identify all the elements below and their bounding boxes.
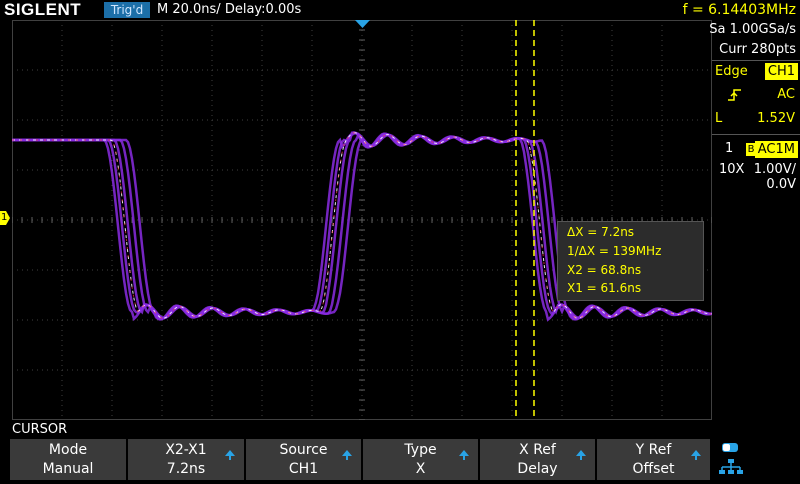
adjust-knob-icon bbox=[225, 450, 235, 460]
softkey-value: 7.2ns bbox=[166, 461, 206, 477]
network-icon bbox=[728, 459, 734, 463]
vertical-scale: 1.00V/ bbox=[753, 162, 796, 177]
memory-depth: Curr 280pts bbox=[719, 42, 796, 57]
adjust-knob-icon bbox=[576, 450, 586, 460]
softkey-value: X bbox=[415, 461, 426, 477]
trigger-slope-row[interactable]: AC bbox=[712, 86, 800, 106]
waveform-display[interactable] bbox=[12, 20, 712, 420]
cursor-readout-panel: ΔX = 7.2ns 1/ΔX = 139MHz X2 = 68.8ns X1 … bbox=[557, 221, 704, 301]
channel-1-header[interactable]: 1 B AC1M bbox=[712, 141, 800, 159]
trigger-source-badge: CH1 bbox=[764, 63, 798, 80]
trigger-level-value: 1.52V bbox=[757, 111, 795, 126]
softkey-value: Offset bbox=[632, 461, 675, 477]
softkey-mode[interactable]: Mode Manual bbox=[10, 439, 128, 480]
channel-1-offset-row: 0.0V bbox=[712, 177, 800, 195]
channel-number: 1 bbox=[725, 141, 734, 156]
brand-logo: SIGLENT bbox=[4, 0, 82, 19]
softkey-value: Manual bbox=[42, 461, 94, 477]
x2-readout: X2 = 68.8ns bbox=[567, 263, 642, 277]
adjust-knob-icon bbox=[691, 450, 701, 460]
probe-ratio: 10X bbox=[719, 162, 745, 177]
trigger-level-label: L bbox=[715, 111, 723, 126]
inverse-delta-x-readout: 1/ΔX = 139MHz bbox=[567, 244, 662, 258]
trigger-position-marker[interactable] bbox=[355, 20, 370, 28]
trigger-level-row[interactable]: L 1.52V bbox=[712, 110, 800, 130]
trigger-coupling: AC bbox=[777, 87, 795, 102]
trigger-status-badge: Trig'd bbox=[104, 2, 150, 18]
panel-divider bbox=[712, 134, 800, 135]
channel-marker-label: 1 bbox=[1, 212, 8, 223]
channel-coupling-badge: AC1M bbox=[754, 141, 798, 158]
menu-title: CURSOR bbox=[12, 422, 68, 437]
adjust-knob-icon bbox=[459, 450, 469, 460]
adjust-knob-icon bbox=[342, 450, 352, 460]
panel-divider bbox=[712, 60, 800, 61]
softkey-value: Delay bbox=[517, 461, 558, 477]
trigger-type-row[interactable]: Edge CH1 bbox=[712, 63, 800, 83]
frequency-counter: f = 6.14403MHz bbox=[682, 2, 796, 18]
horizontal-delay: Delay:0.00s bbox=[224, 2, 302, 17]
graticule bbox=[12, 20, 712, 420]
channel-1-ground-marker[interactable]: 1 bbox=[0, 211, 10, 225]
status-bar: SIGLENT Trig'd M 20.0ns/ Delay:0.00s f =… bbox=[0, 0, 800, 20]
timebase-scale: M 20.0ns/ bbox=[157, 2, 221, 17]
timebase-readout[interactable]: M 20.0ns/ Delay:0.00s bbox=[157, 0, 301, 20]
vertical-offset: 0.0V bbox=[766, 177, 796, 192]
softkey-x-ref[interactable]: X Ref Delay bbox=[480, 439, 597, 480]
sample-rate: Sa 1.00GSa/s bbox=[709, 22, 796, 37]
softkey-x2-x1[interactable]: X2-X1 7.2ns bbox=[128, 439, 246, 480]
softkey-source[interactable]: Source CH1 bbox=[246, 439, 363, 480]
softkey-y-ref[interactable]: Y Ref Offset bbox=[597, 439, 710, 480]
rising-edge-icon bbox=[728, 89, 741, 101]
softkey-value: CH1 bbox=[288, 461, 319, 477]
usb-network-icons bbox=[719, 443, 743, 474]
softkey-label: Mode bbox=[48, 442, 88, 458]
softkey-menu: Mode Manual X2-X1 7.2ns Source CH1 Type … bbox=[10, 439, 710, 480]
softkey-type[interactable]: Type X bbox=[363, 439, 480, 480]
info-panel: Sa 1.00GSa/s Curr 280pts Edge CH1 AC L 1… bbox=[709, 20, 800, 420]
system-icons bbox=[716, 440, 744, 480]
trigger-type: Edge bbox=[715, 64, 748, 79]
delta-x-readout: ΔX = 7.2ns bbox=[567, 225, 635, 239]
x1-readout: X1 = 61.6ns bbox=[567, 281, 642, 295]
